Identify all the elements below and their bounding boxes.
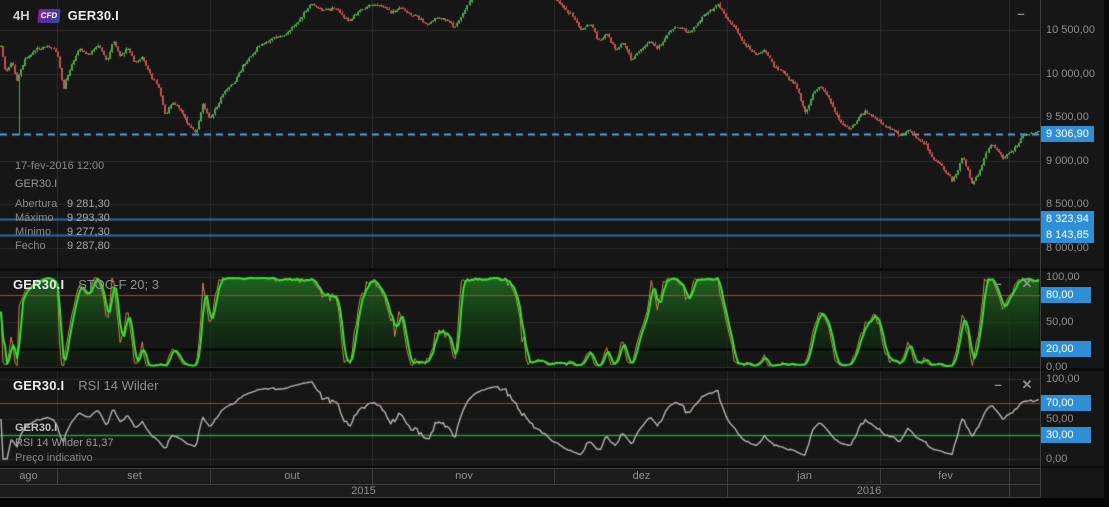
price-axis-tick: 9 500,00 (1046, 110, 1089, 124)
price-axis-tick: 9 000,00 (1046, 154, 1089, 168)
minimize-stochastic-button[interactable]: – (989, 276, 1007, 292)
tooltip-symbol: GER30.I (15, 178, 110, 190)
rsi-info-block: GER30.I RSI 14 Wilder 61,37 Preço indica… (15, 421, 113, 466)
stochastic-axis-tick: 50,00 (1046, 315, 1074, 329)
tooltip-low-row: Mínimo 9 277,30 (15, 225, 110, 239)
price-axis-badge: 9 306,90 (1041, 126, 1094, 142)
time-axis-years: 20152016 (0, 485, 1040, 498)
stochastic-indicator-label[interactable]: STOC-F 20; 3 (78, 277, 159, 292)
cfd-instrument-badge: CFD (37, 9, 60, 23)
time-axis-month-cell: set (57, 469, 211, 484)
time-axis-months: agosetoutnovdezjanfev (0, 468, 1040, 485)
main-chart-header: 4H CFD GER30.I (13, 8, 119, 23)
tooltip-datetime: 17-fev-2016 12:00 (15, 160, 110, 172)
price-axis-border (1040, 0, 1041, 498)
time-axis-month-cell: jan (727, 469, 881, 484)
rsi-symbol-label: GER30.I (13, 378, 64, 393)
rsi-panel-header: GER30.I RSI 14 Wilder (13, 378, 158, 393)
rsi-axis-tick: 0,00 (1046, 452, 1067, 466)
symbol-label: GER30.I (68, 8, 119, 23)
trading-chart-window: 4H CFD GER30.I – 17-fev-2016 12:00 GER30… (0, 0, 1109, 507)
rsi-info-reading: RSI 14 Wilder 61,37 (15, 436, 113, 451)
panel-separator (0, 268, 1109, 271)
window-bottom-edge (0, 498, 1109, 507)
stochastic-panel-header: GER30.I STOC-F 20; 3 (13, 277, 159, 292)
main-price-chart[interactable] (0, 0, 1040, 268)
time-axis-month-cell: out (210, 469, 373, 484)
price-axis-tick: 8 500,00 (1046, 197, 1089, 211)
tooltip-open-row: Abertura 9 281,30 (15, 197, 110, 211)
timeframe-label[interactable]: 4H (13, 8, 30, 23)
time-axis-year-cell: 2016 (727, 485, 1010, 497)
stochastic-axis-badge: 20,00 (1041, 341, 1091, 357)
panel-separator (0, 368, 1109, 371)
close-stochastic-button[interactable]: ✕ (1018, 276, 1036, 292)
stochastic-axis-tick: 100,00 (1046, 270, 1080, 284)
time-axis-year-cell (1009, 485, 1041, 497)
price-axis-tick: 10 000,00 (1046, 67, 1095, 81)
tooltip-close-row: Fecho 9 287,80 (15, 239, 110, 253)
rsi-axis-tick: 100,00 (1046, 372, 1080, 386)
time-axis-month-cell (1009, 469, 1041, 484)
minimize-main-chart-button[interactable]: – (1012, 6, 1030, 22)
ohlc-tooltip: 17-fev-2016 12:00 GER30.I Abertura 9 281… (15, 160, 110, 253)
rsi-axis-badge: 30,00 (1041, 427, 1091, 443)
time-axis-month-cell: ago (0, 469, 57, 484)
stochastic-axis-badge: 80,00 (1041, 287, 1091, 303)
price-axis-tick: 10 500,00 (1046, 23, 1095, 37)
time-axis-month-cell: fev (880, 469, 1010, 484)
time-axis-year-cell: 2015 (0, 485, 727, 497)
price-axis-badge: 8 143,85 (1041, 227, 1094, 243)
rsi-indicator-label[interactable]: RSI 14 Wilder (78, 378, 158, 393)
rsi-info-symbol: GER30.I (15, 421, 113, 436)
window-right-edge (1104, 0, 1109, 507)
price-axis-badge: 8 323,94 (1041, 211, 1094, 227)
minimize-rsi-button[interactable]: – (989, 377, 1007, 393)
rsi-axis-badge: 70,00 (1041, 395, 1091, 411)
tooltip-high-row: Máximo 9 293,30 (15, 211, 110, 225)
stochastic-symbol-label: GER30.I (13, 277, 64, 292)
indicative-price-note: Preço indicativo (15, 451, 113, 466)
close-rsi-button[interactable]: ✕ (1018, 377, 1036, 393)
time-axis-month-cell: nov (372, 469, 555, 484)
time-axis-month-cell: dez (554, 469, 728, 484)
rsi-axis-tick: 50,00 (1046, 412, 1074, 426)
